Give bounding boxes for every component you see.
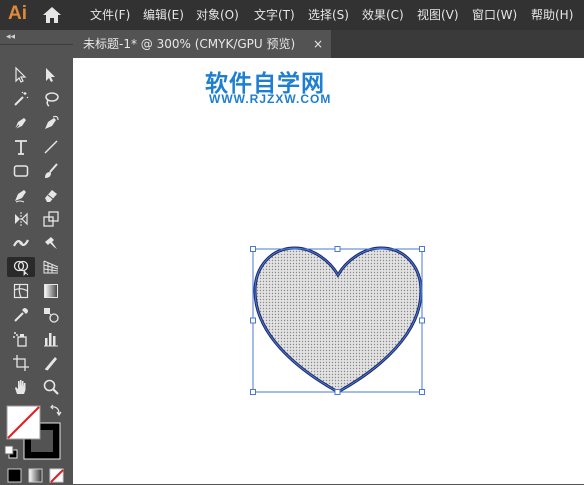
menu-edit[interactable]: 编辑(E) [143,0,184,30]
artwork [250,246,425,395]
gradient-button[interactable] [28,468,43,483]
handle-top-left[interactable] [250,246,256,252]
curvature-tool-icon[interactable] [39,113,63,133]
handle-top-center[interactable] [334,246,341,252]
artboard-tool-icon[interactable] [9,353,33,373]
handle-bottom-right[interactable] [419,389,425,395]
artboard-canvas[interactable]: 软件自学网 WWW.RJZXW.COM [73,58,584,484]
perspective-grid-tool-icon[interactable] [39,257,63,277]
gradient-tool-icon[interactable] [39,281,63,301]
eyedropper-tool-icon[interactable] [9,305,33,325]
menu-view[interactable]: 视图(V) [417,0,459,30]
lasso-tool-icon[interactable] [39,89,63,109]
home-icon[interactable] [42,6,62,24]
collapse-panel-button[interactable]: ◂◂ [6,32,15,42]
column-graph-tool-icon[interactable] [39,329,63,349]
handle-top-right[interactable] [419,246,425,252]
app-logo: Ai [8,3,27,24]
puppet-warp-tool-icon[interactable] [39,233,63,253]
tools-panel: ◂◂ [0,30,73,485]
slice-tool-icon[interactable] [39,353,63,373]
handle-bottom-left[interactable] [250,389,256,395]
type-tool-icon[interactable] [9,137,33,157]
menu-window[interactable]: 窗口(W) [472,0,517,30]
menu-effect[interactable]: 效果(C) [362,0,404,30]
handle-middle-right[interactable] [419,317,425,324]
rotate-tool-icon[interactable] [9,209,33,229]
mesh-tool-icon[interactable] [9,281,33,301]
line-segment-tool-icon[interactable] [39,137,63,157]
zoom-tool-icon[interactable] [39,377,63,397]
document-tab-title: 未标题-1* @ 300% (CMYK/GPU 预览) [83,37,296,51]
width-tool-icon[interactable] [9,233,33,253]
close-tab-icon[interactable]: × [313,30,323,58]
menu-bar: Ai 文件(F) 编辑(E) 对象(O) 文字(T) 选择(S) 效果(C) 视… [0,0,584,30]
menu-select[interactable]: 选择(S) [308,0,349,30]
shape-builder-tool-icon[interactable] [7,257,35,277]
default-fill-stroke-icon[interactable] [4,445,18,459]
direct-selection-tool-icon[interactable] [39,65,63,85]
color-mode-buttons [7,468,64,483]
blend-tool-icon[interactable] [39,305,63,325]
menu-object[interactable]: 对象(O) [196,0,239,30]
handle-middle-left[interactable] [250,317,256,324]
pen-tool-icon[interactable] [9,113,33,133]
rectangle-tool-icon[interactable] [9,161,33,181]
paintbrush-tool-icon[interactable] [39,161,63,181]
menu-help[interactable]: 帮助(H) [531,0,573,30]
menu-file[interactable]: 文件(F) [90,0,130,30]
handle-bottom-center[interactable] [334,389,341,395]
toolbar [0,44,73,485]
hand-tool-icon[interactable] [9,377,33,397]
swap-fill-stroke-icon[interactable] [48,403,64,419]
color-button[interactable] [7,468,22,483]
selection-tool-icon[interactable] [9,65,33,85]
eraser-tool-icon[interactable] [39,185,63,205]
scale-tool-icon[interactable] [39,209,63,229]
document-tab[interactable]: 未标题-1* @ 300% (CMYK/GPU 预览) × [73,30,331,58]
document-tab-bar: 未标题-1* @ 300% (CMYK/GPU 预览) × [73,30,584,58]
shaper-tool-icon[interactable] [9,185,33,205]
heart-shape[interactable] [253,246,423,394]
menu-type[interactable]: 文字(T) [254,0,295,30]
symbol-sprayer-tool-icon[interactable] [9,329,33,349]
magic-wand-tool-icon[interactable] [9,89,33,109]
